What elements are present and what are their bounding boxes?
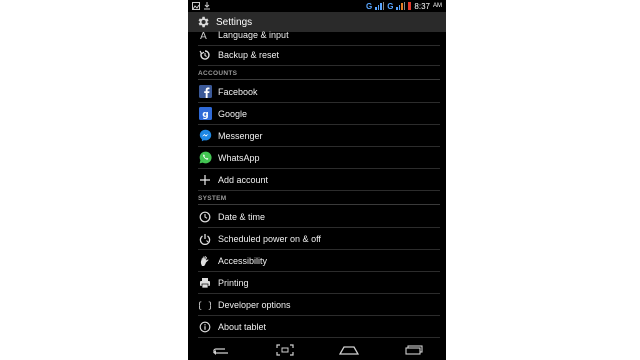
screenshot-icon[interactable]: [273, 343, 297, 357]
language-icon: A: [198, 28, 212, 42]
clock-time: 8:37: [414, 1, 430, 11]
settings-item-printing[interactable]: Printing: [198, 272, 440, 294]
settings-item-google[interactable]: g Google: [198, 103, 440, 125]
navigation-bar: [188, 340, 446, 360]
settings-item-label: Printing: [218, 277, 249, 288]
settings-item-label: Facebook: [218, 86, 258, 97]
settings-item-accessibility[interactable]: Accessibility: [198, 250, 440, 272]
settings-item-label: Language & input: [218, 29, 289, 40]
settings-item-developer-options[interactable]: { } Developer options: [198, 294, 440, 316]
settings-item-language[interactable]: A Language & input: [198, 24, 440, 46]
backup-reset-icon: [198, 48, 212, 62]
settings-item-label: Scheduled power on & off: [218, 233, 321, 244]
battery-icon: [408, 2, 412, 10]
clock-suffix: AM: [433, 3, 442, 9]
signal-1-icon: [375, 2, 385, 10]
notification-image-icon: [192, 2, 200, 10]
section-header-system: SYSTEM: [198, 191, 440, 205]
settings-item-label: Date & time: [218, 211, 266, 222]
settings-item-label: Backup & reset: [218, 49, 280, 60]
notification-download-icon: [204, 2, 210, 10]
svg-text:g: g: [202, 110, 208, 120]
svg-text:{ }: { }: [199, 301, 211, 311]
printer-icon: [198, 276, 212, 290]
facebook-icon: [198, 85, 212, 99]
clock-icon: [198, 210, 212, 224]
settings-item-about-tablet[interactable]: About tablet: [198, 316, 440, 338]
messenger-icon: [198, 129, 212, 143]
settings-item-backup-reset[interactable]: Backup & reset: [198, 44, 440, 66]
settings-item-label: Google: [218, 108, 248, 119]
settings-item-label: Accessibility: [218, 255, 268, 266]
status-right: G G 8:37 AM: [366, 2, 442, 11]
network-type-2: G: [387, 1, 394, 11]
status-bar: G G 8:37 AM: [188, 0, 446, 12]
settings-item-label: About tablet: [218, 321, 267, 332]
scheduled-power-icon: [198, 232, 212, 246]
settings-item-date-time[interactable]: Date & time: [198, 206, 440, 228]
recents-icon[interactable]: [402, 343, 426, 357]
info-icon: [198, 320, 212, 334]
add-icon: [198, 173, 212, 187]
phone-screen: G G 8:37 AM Settings A Language & input: [188, 0, 446, 360]
status-left: [192, 2, 211, 10]
back-icon[interactable]: [208, 343, 232, 357]
settings-item-facebook[interactable]: Facebook: [198, 81, 440, 103]
network-type-1: G: [365, 1, 373, 11]
settings-item-label: Developer options: [218, 299, 291, 310]
home-icon[interactable]: [337, 343, 361, 357]
settings-item-label: Add account: [218, 174, 269, 185]
google-icon: g: [198, 107, 212, 121]
settings-item-messenger[interactable]: Messenger: [198, 125, 440, 147]
signal-2-icon: [396, 2, 406, 10]
settings-item-scheduled-power[interactable]: Scheduled power on & off: [198, 228, 440, 250]
accessibility-icon: [198, 254, 212, 268]
svg-text:A: A: [200, 31, 207, 41]
settings-item-add-account[interactable]: Add account: [198, 169, 440, 191]
section-header-accounts: ACCOUNTS: [198, 66, 440, 80]
whatsapp-icon: [198, 151, 212, 165]
developer-options-icon: { }: [198, 298, 212, 312]
settings-item-label: WhatsApp: [218, 152, 260, 163]
settings-item-whatsapp[interactable]: WhatsApp: [198, 147, 440, 169]
settings-item-label: Messenger: [218, 130, 263, 141]
